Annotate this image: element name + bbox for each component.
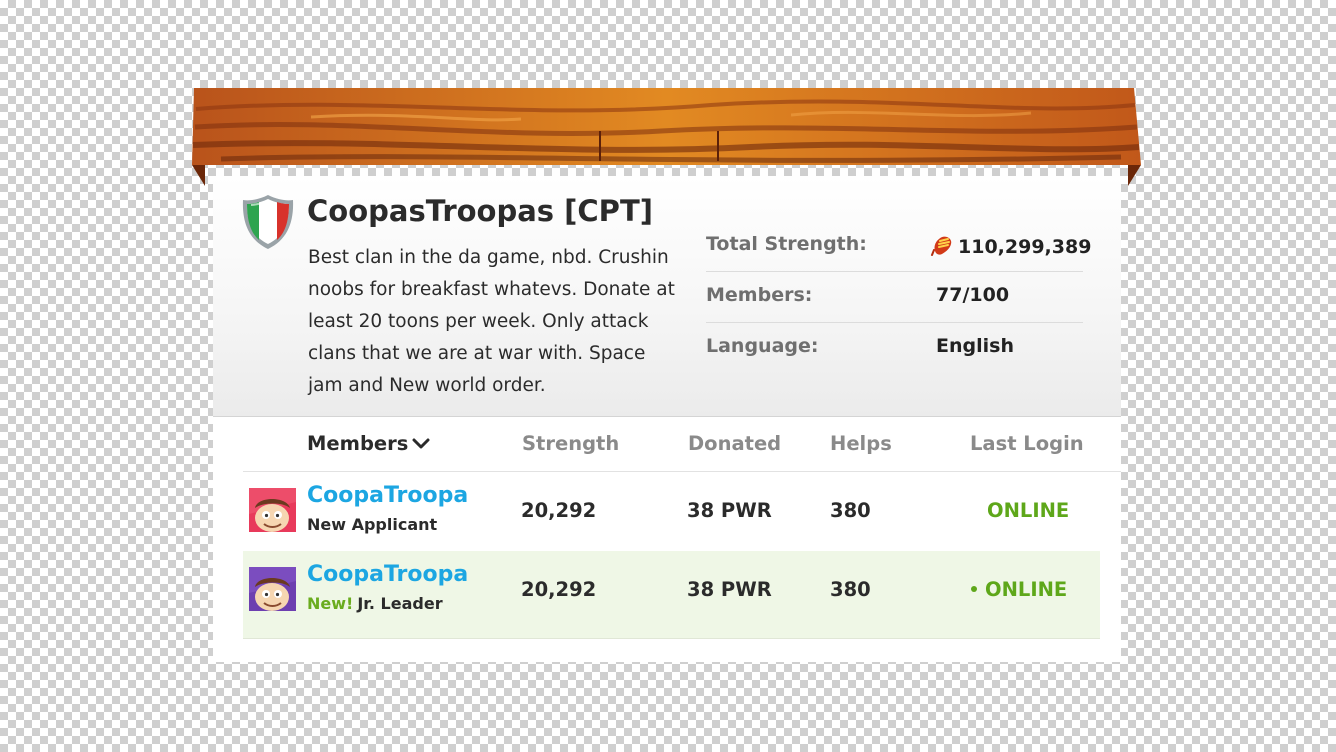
stat-members: Members: 77/100	[706, 272, 1083, 323]
member-helps: 380	[830, 578, 871, 601]
stat-total-strength: Total Strength: 110,299,389	[706, 221, 1091, 272]
member-role-label: Jr. Leader	[357, 594, 443, 613]
stat-language: Language: English	[706, 323, 1083, 373]
new-badge: New!	[307, 594, 354, 613]
stat-label: Language:	[706, 335, 819, 357]
chevron-down-icon	[412, 432, 430, 455]
member-last-login: ONLINE	[987, 499, 1070, 522]
avatar	[249, 488, 296, 532]
header-members: Members	[307, 432, 409, 455]
member-donated: 38 PWR	[687, 499, 772, 522]
header-helps[interactable]: Helps	[830, 432, 892, 455]
clan-crest-icon	[241, 193, 295, 251]
header-strength[interactable]: Strength	[522, 432, 619, 455]
fist-icon	[930, 233, 954, 262]
clan-card: CoopasTroopas [CPT] Best clan in the da …	[213, 176, 1121, 662]
member-name-link[interactable]: CoopaTroopa	[307, 483, 468, 508]
member-strength: 20,292	[521, 499, 597, 522]
member-role: New! Jr. Leader	[307, 594, 443, 613]
header-donated[interactable]: Donated	[688, 432, 781, 455]
stat-value: 77/100	[936, 284, 1010, 306]
member-row-highlighted[interactable]: CoopaTroopa New! Jr. Leader 20,292 38 PWR…	[243, 551, 1100, 639]
header-last-login[interactable]: Last Login	[970, 432, 1084, 455]
member-strength: 20,292	[521, 578, 597, 601]
online-dot-icon	[971, 586, 977, 592]
avatar	[249, 567, 296, 611]
clan-header: CoopasTroopas [CPT] Best clan in the da …	[213, 176, 1121, 417]
member-name-link[interactable]: CoopaTroopa	[307, 562, 468, 587]
stat-label: Total Strength:	[706, 233, 867, 255]
members-sort-button[interactable]: Members	[307, 432, 430, 455]
clan-stats: Total Strength: 110,299,389 Members: 77/…	[706, 221, 1091, 373]
clan-info-panel: CoopasTroopas [CPT] Best clan in the da …	[0, 0, 1336, 752]
member-donated: 38 PWR	[687, 578, 772, 601]
stat-label: Members:	[706, 284, 813, 306]
member-row[interactable]: CoopaTroopa New Applicant 20,292 38 PWR …	[243, 472, 1100, 559]
member-role-label: New Applicant	[307, 515, 438, 534]
member-role: New Applicant	[307, 515, 437, 534]
stat-value: English	[936, 335, 1014, 357]
total-strength-value: 110,299,389	[958, 236, 1092, 258]
clan-description: Best clan in the da game, nbd. Crushin n…	[308, 247, 675, 396]
member-helps: 380	[830, 499, 871, 522]
wood-banner	[191, 87, 1141, 187]
clan-name: CoopasTroopas [CPT]	[307, 194, 653, 228]
stat-value: 110,299,389	[930, 233, 1091, 262]
member-last-login: ONLINE	[971, 578, 1067, 601]
member-last-login-text: ONLINE	[985, 578, 1068, 601]
members-table-header: Members Strength Donated Helps Last Logi…	[243, 417, 1121, 472]
